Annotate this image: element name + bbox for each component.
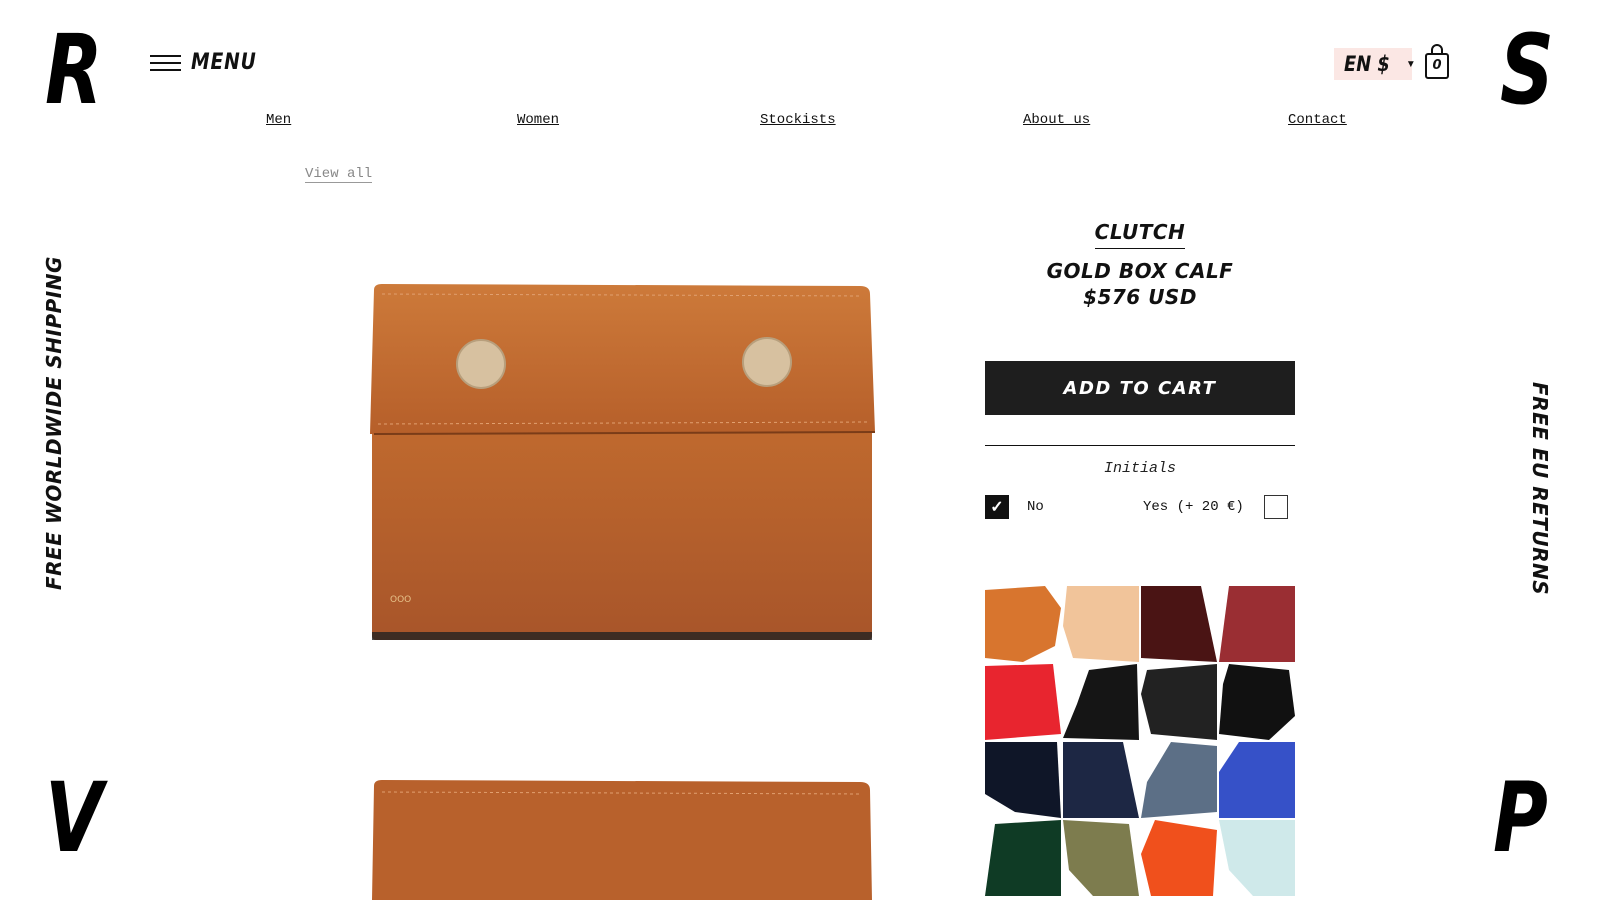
swatch-11[interactable]: [1141, 742, 1217, 818]
main-nav: Men Women Stockists About us Contact: [0, 112, 1600, 132]
swatch-15[interactable]: [1141, 820, 1217, 896]
swatch-9[interactable]: [985, 742, 1061, 818]
cart-count: 0: [1432, 58, 1442, 73]
swatch-16[interactable]: [1219, 820, 1295, 896]
locale-value: EN $: [1344, 52, 1390, 76]
initials-option-no[interactable]: ✓ No: [985, 495, 1044, 519]
logo-letter-p: P: [1493, 762, 1548, 874]
initials-option-no-label: No: [1027, 499, 1044, 515]
initials-yes-checkbox[interactable]: [1263, 495, 1288, 519]
nav-item-contact[interactable]: Contact: [1288, 112, 1347, 128]
swatch-14[interactable]: [1063, 820, 1139, 896]
shipping-banner: FREE WORLDWIDE SHIPPING: [42, 256, 66, 590]
product-name: GOLD BOX CALF: [1046, 259, 1234, 283]
locale-selector[interactable]: EN $ ▼: [1334, 48, 1416, 80]
add-to-cart-button[interactable]: ADD TO CART: [985, 361, 1295, 415]
product-image[interactable]: OOO: [370, 282, 890, 647]
svg-text:OOO: OOO: [390, 595, 411, 605]
initials-option-yes-label: Yes (+ 20 €): [1143, 499, 1244, 515]
product-info: CLUTCH GOLD BOX CALF $576 USD: [985, 220, 1295, 309]
hamburger-icon: [150, 54, 181, 71]
divider: [985, 445, 1295, 446]
product-price: $576 USD: [1083, 285, 1197, 309]
initials-label: Initials: [1103, 460, 1176, 477]
swatch-5[interactable]: [985, 664, 1061, 740]
swatch-12[interactable]: [1219, 742, 1295, 818]
view-all-link[interactable]: View all: [305, 166, 373, 183]
swatch-2[interactable]: [1063, 586, 1139, 662]
caret-down-icon: ▼: [1405, 58, 1416, 70]
logo-letter-r[interactable]: R: [45, 22, 103, 118]
returns-banner: FREE EU RETURNS: [1528, 382, 1552, 596]
swatch-6[interactable]: [1063, 664, 1139, 740]
logo-letter-s[interactable]: S: [1500, 22, 1554, 118]
product-type[interactable]: CLUTCH: [1094, 220, 1186, 249]
swatch-7[interactable]: [1141, 664, 1217, 740]
swatch-13[interactable]: [985, 820, 1061, 896]
initials-option-yes[interactable]: Yes (+ 20 €): [1143, 495, 1288, 519]
menu-button[interactable]: MENU: [150, 50, 268, 75]
swatch-1[interactable]: [985, 586, 1061, 662]
nav-item-about-us[interactable]: About us: [1023, 112, 1090, 128]
swatch-10[interactable]: [1063, 742, 1139, 818]
checkmark-icon[interactable]: ✓: [985, 495, 1009, 519]
swatch-3[interactable]: [1141, 586, 1217, 662]
swatch-grid: [985, 586, 1295, 896]
swatch-4[interactable]: [1219, 586, 1295, 662]
menu-label: MENU: [191, 50, 257, 75]
logo-letter-v: V: [45, 762, 103, 874]
swatch-8[interactable]: [1219, 664, 1295, 740]
product-image-secondary[interactable]: [370, 778, 890, 900]
nav-item-women[interactable]: Women: [517, 112, 559, 128]
cart-button[interactable]: 0: [1424, 44, 1450, 80]
nav-item-stockists[interactable]: Stockists: [760, 112, 836, 128]
nav-item-men[interactable]: Men: [266, 112, 291, 128]
